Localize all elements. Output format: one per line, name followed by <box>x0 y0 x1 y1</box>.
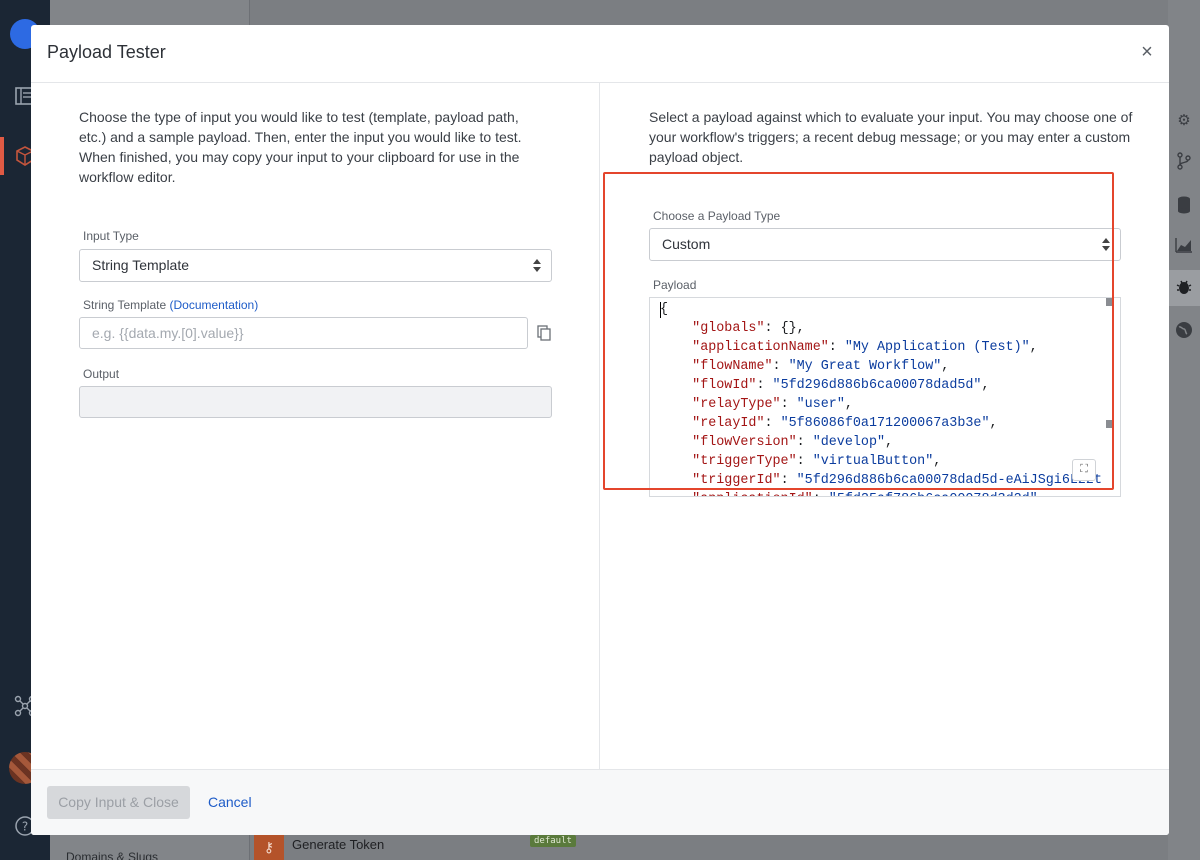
payload-value: "5fd296d886b6ca00078dad5d" <box>772 378 982 393</box>
payload-key: "relayType" <box>692 397 781 412</box>
input-intro-text: Choose the type of input you would like … <box>79 109 522 185</box>
payload-key: "flowVersion" <box>692 435 797 450</box>
payload-line: "applicationId": "5fd25af786b6ca00078d3d… <box>660 490 1102 496</box>
chart-icon[interactable] <box>1174 237 1194 257</box>
modal-footer: Copy Input & Close Cancel <box>31 769 1169 835</box>
payload-value: "5f86086f0a171200067a3b3e" <box>780 416 990 431</box>
payload-code[interactable]: { "globals": {}, "applicationName": "My … <box>660 300 1102 496</box>
string-template-label: String Template (Documentation) <box>83 298 258 312</box>
string-template-label-text: String Template <box>83 298 167 312</box>
payload-line: "globals": {}, <box>692 321 805 336</box>
input-column: Choose the type of input you would like … <box>31 83 600 769</box>
output-field[interactable] <box>79 386 552 418</box>
payload-value: "user" <box>796 397 845 412</box>
payload-tester-modal: Payload Tester × Choose the type of inpu… <box>31 25 1169 835</box>
domains-slugs-link[interactable]: Domains & Slugs <box>66 850 158 860</box>
payload-line: "flowName": "My Great Workflow", <box>692 359 950 374</box>
modal-header: Payload Tester × <box>31 25 1169 83</box>
documentation-link[interactable]: (Documentation) <box>170 298 259 312</box>
payload-value: "My Application (Test)" <box>844 340 1030 355</box>
payload-key: "triggerId" <box>692 473 781 488</box>
output-label: Output <box>83 367 120 381</box>
payload-value: "5fd296d886b6ca00078dad5d-eAiJSgi6Lzzt <box>796 473 1102 488</box>
payload-line: "relayId": "5f86086f0a171200067a3b3e", <box>692 416 998 431</box>
payload-key: "relayId" <box>692 416 765 431</box>
database-icon[interactable] <box>1174 196 1194 216</box>
payload-value: {} <box>780 321 797 336</box>
bug-icon[interactable] <box>1168 270 1200 306</box>
copy-icon[interactable] <box>536 325 552 341</box>
close-icon[interactable]: × <box>1137 41 1157 63</box>
payload-line: "flowVersion": "develop", <box>692 435 894 450</box>
payload-value: "virtualButton" <box>812 454 934 469</box>
expand-icon[interactable]: ⛶ <box>1072 459 1096 481</box>
payload-value: "My Great Workflow" <box>788 359 942 374</box>
payload-key: "flowId" <box>692 378 757 393</box>
input-type-label: Input Type <box>83 229 139 243</box>
payload-intro-text: Select a payload against which to evalua… <box>649 109 1133 165</box>
branch-icon[interactable] <box>1174 152 1194 172</box>
payload-type-value: Custom <box>662 236 711 252</box>
gear-icon[interactable]: ⚙ <box>1174 111 1194 131</box>
payload-key: "flowName" <box>692 359 773 374</box>
input-type-select[interactable]: String Template <box>79 249 552 282</box>
select-arrows-icon <box>533 259 541 273</box>
payload-value: "develop" <box>812 435 886 450</box>
editor-scrollbar[interactable] <box>1106 298 1113 496</box>
default-badge: default <box>530 835 576 847</box>
payload-line: "triggerType": "virtualButton", <box>692 454 942 469</box>
cancel-button[interactable]: Cancel <box>208 786 252 819</box>
payload-line: { <box>660 302 669 317</box>
payload-key: "applicationName" <box>692 340 829 355</box>
payload-line: "triggerId": "5fd296d886b6ca00078dad5d-e… <box>692 473 1102 488</box>
payload-line: "flowId": "5fd296d886b6ca00078dad5d", <box>692 378 990 393</box>
payload-line: "relayType": "user", <box>692 397 853 412</box>
payload-column: Select a payload against which to evalua… <box>601 83 1169 769</box>
svg-text:?: ? <box>22 820 28 834</box>
active-indicator <box>0 137 4 175</box>
modal-title: Payload Tester <box>47 42 166 62</box>
app-right-rail: ⚙ <box>1168 0 1200 860</box>
select-arrows-icon <box>1102 238 1110 252</box>
generate-token-label[interactable]: Generate Token <box>292 834 384 856</box>
copy-input-close-button[interactable]: Copy Input & Close <box>47 786 190 819</box>
payload-type-label: Choose a Payload Type <box>653 209 781 223</box>
payload-type-select[interactable]: Custom <box>649 228 1121 261</box>
payload-line: "applicationName": "My Application (Test… <box>692 340 1038 355</box>
input-type-value: String Template <box>92 257 190 273</box>
globe-icon[interactable] <box>1174 321 1194 341</box>
payload-value: "5fd25af786b6ca00078d3d2d" <box>829 492 1038 496</box>
payload-key: "globals" <box>692 321 765 336</box>
payload-key: "applicationId" <box>692 492 813 496</box>
key-icon: ⚷ <box>254 834 284 860</box>
payload-editor[interactable]: { "globals": {}, "applicationName": "My … <box>649 297 1121 497</box>
string-template-input[interactable] <box>79 317 528 349</box>
text-cursor <box>660 302 661 318</box>
payload-label: Payload <box>653 278 697 292</box>
payload-key: "triggerType" <box>692 454 797 469</box>
